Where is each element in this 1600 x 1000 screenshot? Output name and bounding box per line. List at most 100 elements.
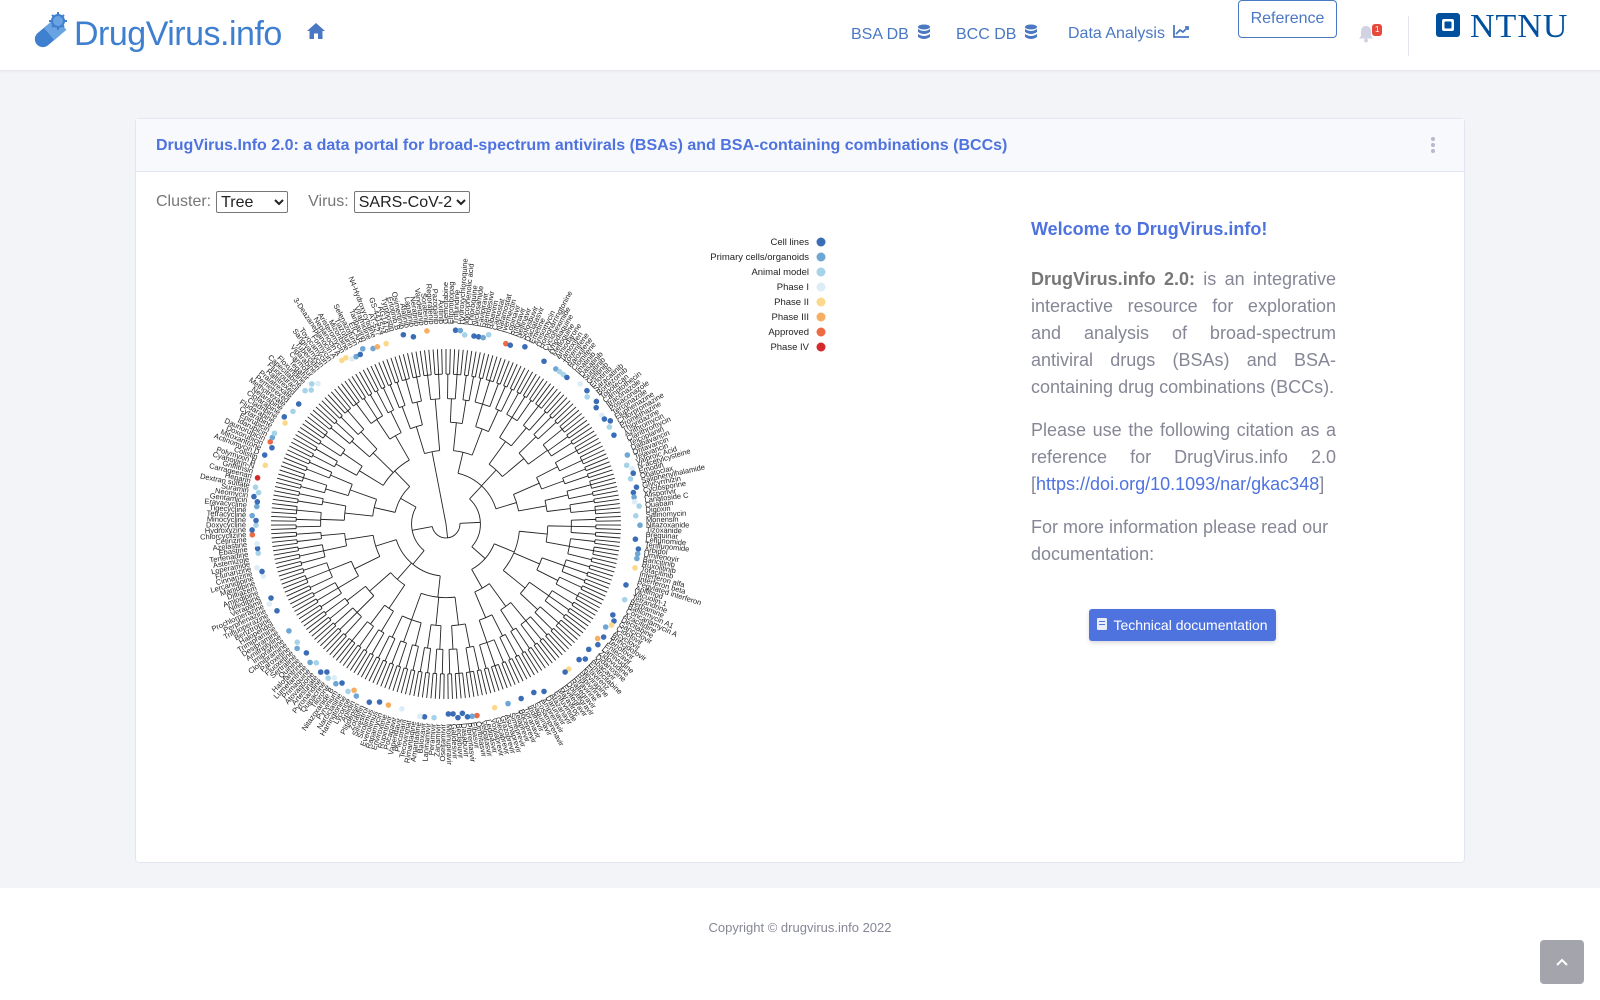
cluster-select[interactable]: Tree xyxy=(216,191,289,213)
drug-phase-dot[interactable] xyxy=(541,688,547,695)
drug-phase-dot[interactable] xyxy=(593,404,600,411)
drug-phase-dot[interactable] xyxy=(584,394,590,400)
drug-phase-dot[interactable] xyxy=(633,484,640,490)
drug-phase-dot[interactable] xyxy=(249,531,256,538)
drug-phase-dot[interactable] xyxy=(518,695,524,702)
drug-phase-dot[interactable] xyxy=(343,355,349,361)
drug-phase-dot[interactable] xyxy=(576,656,582,663)
drug-phase-dot[interactable] xyxy=(594,635,601,642)
nav-data-analysis[interactable]: Data Analysis xyxy=(1068,24,1190,43)
drug-phase-dot[interactable] xyxy=(632,565,638,571)
drug-phase-dot[interactable] xyxy=(253,517,259,524)
drug-phase-dot[interactable] xyxy=(445,711,452,717)
drug-phase-dot[interactable] xyxy=(600,634,607,640)
drug-phase-dot[interactable] xyxy=(584,387,590,394)
drug-phase-dot[interactable] xyxy=(374,344,381,350)
drug-phase-dot[interactable] xyxy=(290,408,296,415)
drug-phase-dot[interactable] xyxy=(295,401,302,407)
drug-phase-dot[interactable] xyxy=(399,706,405,712)
home-icon[interactable] xyxy=(306,22,328,44)
drug-phase-dot[interactable] xyxy=(610,612,616,618)
drug-phase-dot[interactable] xyxy=(491,704,498,711)
drug-phase-dot[interactable] xyxy=(505,700,511,707)
drug-phase-dot[interactable] xyxy=(464,714,471,720)
drug-phase-dot[interactable] xyxy=(261,452,268,458)
drug-phase-dot[interactable] xyxy=(281,414,288,420)
drug-phase-dot[interactable] xyxy=(324,669,330,675)
drug-phase-dot[interactable] xyxy=(634,555,640,562)
drug-phase-dot[interactable] xyxy=(627,475,634,482)
drug-phase-dot[interactable] xyxy=(635,546,642,552)
drug-phase-dot[interactable] xyxy=(254,499,261,505)
drug-phase-dot[interactable] xyxy=(251,493,257,500)
drug-phase-dot[interactable] xyxy=(294,645,300,652)
drug-phase-dot[interactable] xyxy=(307,659,313,666)
drug-phase-dot[interactable] xyxy=(315,380,321,387)
drug-phase-dot[interactable] xyxy=(303,650,310,656)
drug-phase-dot[interactable] xyxy=(485,331,492,338)
drug-phase-dot[interactable] xyxy=(531,689,537,696)
drug-label[interactable]: Axitinib xyxy=(436,300,446,324)
drug-phase-dot[interactable] xyxy=(602,624,609,630)
drug-phase-dot[interactable] xyxy=(631,499,638,505)
drug-phase-dot[interactable] xyxy=(357,351,364,358)
drug-phase-dot[interactable] xyxy=(269,444,275,451)
drug-phase-dot[interactable] xyxy=(624,452,631,458)
drug-phase-dot[interactable] xyxy=(308,387,315,393)
drug-phase-dot[interactable] xyxy=(254,541,260,547)
drug-phase-dot[interactable] xyxy=(286,628,292,634)
drug-phase-dot[interactable] xyxy=(459,710,466,717)
drug-phase-dot[interactable] xyxy=(431,714,437,721)
scroll-to-top-button[interactable] xyxy=(1540,940,1584,984)
drug-phase-dot[interactable] xyxy=(416,713,423,720)
drug-phase-dot[interactable] xyxy=(400,331,407,338)
drug-phase-dot[interactable] xyxy=(353,693,360,699)
drug-phase-dot[interactable] xyxy=(254,565,260,571)
drug-phase-dot[interactable] xyxy=(595,641,601,648)
drug-phase-dot[interactable] xyxy=(623,462,630,469)
drug-phase-dot[interactable] xyxy=(452,327,459,334)
citation-link[interactable]: https://doi.org/10.1093/nar/gkac348 xyxy=(1036,474,1319,494)
drug-phase-dot[interactable] xyxy=(268,595,274,601)
drug-phase-dot[interactable] xyxy=(507,342,514,348)
drug-phase-dot[interactable] xyxy=(313,660,320,666)
drug-phase-dot[interactable] xyxy=(577,381,583,387)
drug-phase-dot[interactable] xyxy=(252,484,259,490)
drug-phase-dot[interactable] xyxy=(302,387,308,394)
drug-phase-dot[interactable] xyxy=(345,688,351,695)
virus-select[interactable]: SARS-CoV-2 xyxy=(353,191,470,213)
drug-phase-dot[interactable] xyxy=(522,343,528,350)
drug-phase-dot[interactable] xyxy=(630,470,637,477)
drug-phase-dot[interactable] xyxy=(469,713,476,720)
drug-phase-dot[interactable] xyxy=(424,328,430,334)
nav-bsa-db[interactable]: BSA DB xyxy=(851,24,931,45)
drug-phase-dot[interactable] xyxy=(621,596,628,603)
more-options-icon[interactable] xyxy=(1430,137,1436,155)
drug-phase-dot[interactable] xyxy=(333,680,339,687)
drug-phase-dot[interactable] xyxy=(601,416,608,422)
drug-phase-dot[interactable] xyxy=(637,522,643,528)
drug-phase-dot[interactable] xyxy=(317,669,324,675)
drug-phase-dot[interactable] xyxy=(385,702,392,708)
drug-phase-dot[interactable] xyxy=(274,607,280,614)
drug-phase-dot[interactable] xyxy=(636,503,642,509)
drug-phase-dot[interactable] xyxy=(606,424,613,430)
drug-phase-dot[interactable] xyxy=(632,536,639,542)
drug-phase-dot[interactable] xyxy=(282,420,288,426)
drug-phase-dot[interactable] xyxy=(309,381,315,387)
drug-phase-dot[interactable] xyxy=(259,568,265,575)
drug-phase-dot[interactable] xyxy=(331,674,338,681)
drug-phase-dot[interactable] xyxy=(633,513,639,519)
drug-phase-dot[interactable] xyxy=(249,512,255,519)
drug-phase-dot[interactable] xyxy=(351,687,357,694)
drug-phase-dot[interactable] xyxy=(376,699,383,705)
drug-phase-dot[interactable] xyxy=(623,582,629,588)
ntnu-logo[interactable]: NTNU xyxy=(1436,10,1568,44)
drug-phase-dot[interactable] xyxy=(421,714,428,720)
drug-phase-dot[interactable] xyxy=(254,475,261,481)
drug-phase-dot[interactable] xyxy=(262,462,269,469)
drug-phase-dot[interactable] xyxy=(607,418,614,424)
drug-phase-dot[interactable] xyxy=(634,550,641,557)
drug-phase-dot[interactable] xyxy=(480,334,487,341)
brand[interactable]: DrugVirus.info xyxy=(30,12,282,57)
